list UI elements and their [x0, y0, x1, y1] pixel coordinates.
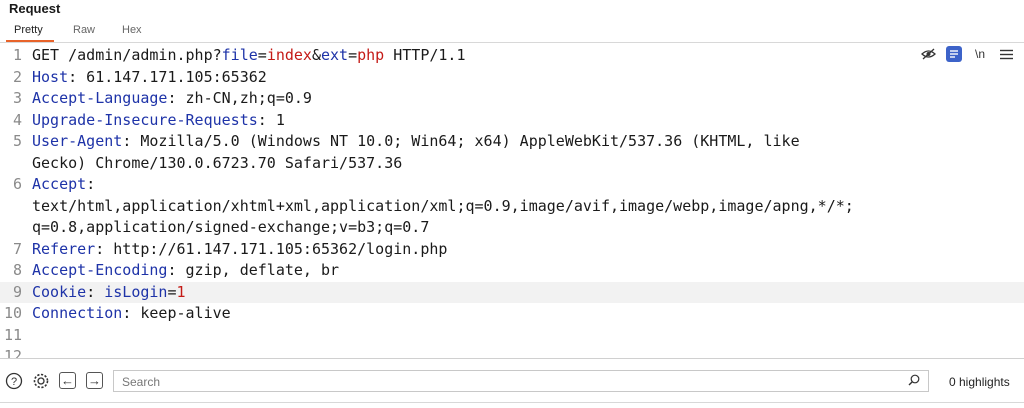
- code-text: HTTP/1.1: [384, 46, 466, 64]
- code-text: : 1: [257, 110, 285, 129]
- code-line[interactable]: Gecko) Chrome/130.0.6723.70 Safari/537.3…: [0, 153, 1024, 175]
- tab-hex[interactable]: Hex: [122, 24, 142, 36]
- line-content: Gecko) Chrome/130.0.6723.70 Safari/537.3…: [32, 153, 402, 175]
- code-text: Gecko) Chrome/130.0.6723.70 Safari/537.3…: [32, 153, 403, 172]
- code-text: GET /admin/admin.php?: [32, 46, 222, 64]
- tab-pretty[interactable]: Pretty: [14, 24, 43, 36]
- line-number: 3: [12, 89, 22, 107]
- tabs-divider: [0, 42, 1024, 43]
- line-content: Cookie: isLogin=1: [32, 282, 186, 304]
- previous-match-button[interactable]: ←: [59, 372, 76, 389]
- panel-title: Request: [9, 1, 61, 16]
- view-tabs: Pretty Raw Hex \n: [0, 22, 1024, 62]
- param-value: index: [266, 46, 312, 64]
- header-name: Host: [32, 67, 69, 86]
- gear-icon[interactable]: [32, 372, 50, 390]
- code-line[interactable]: q=0.8,application/signed-exchange;v=b3;q…: [0, 217, 1024, 239]
- search-input[interactable]: [120, 374, 884, 390]
- header-name: ext: [321, 46, 349, 64]
- header-name: isLogin: [104, 282, 168, 301]
- code-line[interactable]: text/html,application/xhtml+xml,applicat…: [0, 196, 1024, 218]
- code-line[interactable]: 3 Accept-Language: zh-CN,zh;q=0.9: [0, 88, 1024, 110]
- code-text: =: [348, 46, 358, 64]
- line-content: Upgrade-Insecure-Requests: 1: [32, 110, 285, 132]
- header-name: file: [221, 46, 258, 64]
- line-content: Connection: keep-alive: [32, 303, 231, 325]
- line-content: User-Agent: Mozilla/5.0 (Windows NT 10.0…: [32, 131, 800, 153]
- next-match-button[interactable]: →: [86, 372, 103, 389]
- header-name: Upgrade-Insecure-Requests: [32, 110, 258, 129]
- code-text: =: [167, 282, 177, 301]
- code-line[interactable]: 5 User-Agent: Mozilla/5.0 (Windows NT 10.…: [0, 131, 1024, 153]
- code-line[interactable]: 6 Accept:: [0, 174, 1024, 196]
- header-name: Connection: [32, 304, 123, 322]
- code-line[interactable]: 12: [0, 346, 1024, 358]
- line-content: GET /admin/admin.php?file=index&ext=php …: [32, 45, 466, 67]
- code-text: : 61.147.171.105:65362: [68, 67, 267, 86]
- line-number: 11: [3, 325, 22, 344]
- code-line[interactable]: 11: [0, 325, 1024, 347]
- code-line[interactable]: 8 Accept-Encoding: gzip, deflate, br: [0, 260, 1024, 282]
- search-footer: ? ← → 0 highlights: [0, 366, 1024, 398]
- code-text: text/html,application/xhtml+xml,applicat…: [32, 196, 854, 215]
- code-line[interactable]: 2 Host: 61.147.171.105:65362: [0, 67, 1024, 89]
- line-number: 4: [12, 110, 22, 129]
- code-line[interactable]: 10 Connection: keep-alive: [0, 303, 1024, 325]
- line-number: 8: [12, 261, 22, 279]
- code-text: : gzip, deflate, br: [167, 261, 340, 279]
- param-value: 1: [176, 282, 186, 301]
- line-number: 6: [12, 175, 22, 193]
- code-line[interactable]: 7 Referer: http://61.147.171.105:65362/lo…: [0, 239, 1024, 261]
- code-line[interactable]: 4 Upgrade-Insecure-Requests: 1: [0, 110, 1024, 132]
- code-text: =: [257, 46, 267, 64]
- line-number: 12: [3, 347, 22, 358]
- highlights-count: 0 highlights: [949, 375, 1010, 389]
- line-content: Host: 61.147.171.105:65362: [32, 67, 267, 89]
- code-text: : keep-alive: [122, 304, 231, 322]
- help-icon[interactable]: ?: [5, 372, 23, 390]
- tab-raw[interactable]: Raw: [73, 24, 95, 36]
- line-number: 1: [12, 46, 22, 64]
- search-icon[interactable]: [908, 374, 920, 389]
- request-editor[interactable]: 1 GET /admin/admin.php?file=index&ext=php…: [0, 45, 1024, 358]
- line-content: Referer: http://61.147.171.105:65362/log…: [32, 239, 447, 261]
- line-number: 2: [12, 67, 22, 86]
- search-box: [113, 370, 929, 392]
- line-content: Accept-Language: zh-CN,zh;q=0.9: [32, 88, 312, 110]
- page-divider: [0, 402, 1024, 403]
- line-number: 9: [12, 282, 22, 301]
- line-content: q=0.8,application/signed-exchange;v=b3;q…: [32, 217, 429, 239]
- header-name: Referer: [32, 239, 96, 258]
- header-name: Accept-Language: [32, 89, 168, 107]
- code-text: q=0.8,application/signed-exchange;v=b3;q…: [32, 218, 430, 236]
- header-name: User-Agent: [32, 132, 123, 150]
- code-text: : zh-CN,zh;q=0.9: [167, 89, 312, 107]
- param-value: php: [357, 46, 385, 64]
- header-name: Accept: [32, 175, 87, 193]
- code-text: :: [86, 175, 96, 193]
- line-number: 7: [12, 239, 22, 258]
- code-text: : Mozilla/5.0 (Windows NT 10.0; Win64; x…: [122, 132, 800, 150]
- code-line[interactable]: 1 GET /admin/admin.php?file=index&ext=php…: [0, 45, 1024, 67]
- line-content: text/html,application/xhtml+xml,applicat…: [32, 196, 854, 218]
- line-content: Accept:: [32, 174, 95, 196]
- code-text: &: [311, 46, 321, 64]
- editor-divider: [0, 358, 1024, 359]
- header-name: Cookie: [32, 282, 87, 301]
- line-content: Accept-Encoding: gzip, deflate, br: [32, 260, 339, 282]
- line-number: 5: [12, 132, 22, 150]
- header-name: Accept-Encoding: [32, 261, 168, 279]
- code-line[interactable]: 9 Cookie: isLogin=1: [0, 281, 1024, 304]
- line-number: 10: [3, 304, 22, 322]
- code-text: :: [86, 282, 105, 301]
- svg-text:?: ?: [11, 376, 17, 388]
- code-text: : http://61.147.171.105:65362/login.php: [95, 239, 448, 258]
